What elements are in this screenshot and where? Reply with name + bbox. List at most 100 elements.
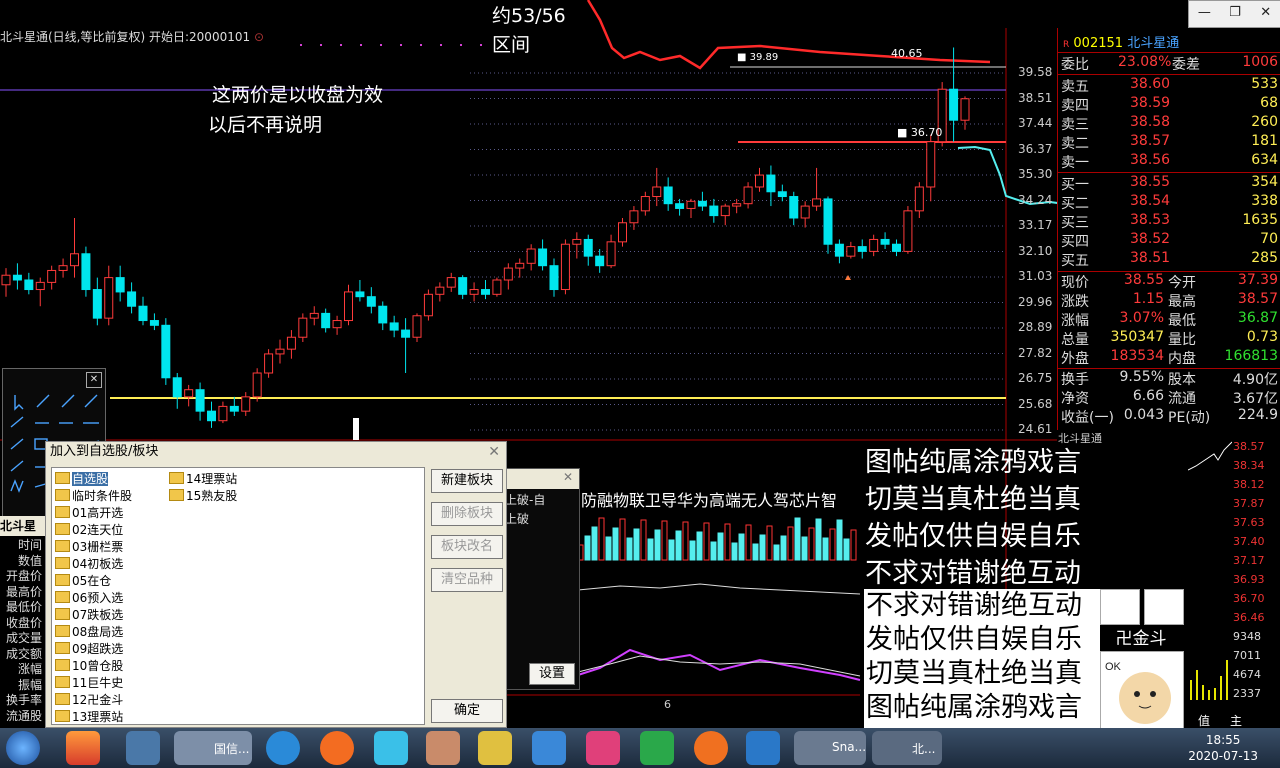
y-tick-label: 34.24 — [1018, 192, 1053, 207]
maps-icon[interactable] — [640, 731, 674, 765]
mini-y-label: 37.63 — [1233, 516, 1265, 529]
volume-bar — [850, 529, 857, 561]
price-label-low: ■ 36.70 — [897, 126, 943, 139]
level-label: 买四 — [1061, 234, 1089, 250]
rename-block-button[interactable]: 板块改名 — [431, 535, 503, 559]
buy-row[interactable]: 买四 38.52 70 — [1058, 231, 1280, 250]
close-icon[interactable]: ✕ — [488, 444, 500, 460]
level-volume: 634 — [1251, 152, 1278, 168]
settings-button[interactable]: 设置 — [529, 663, 575, 685]
sell-row[interactable]: 卖一 38.56 634 — [1058, 152, 1280, 171]
taskbar-app-beidou[interactable]: 北... — [872, 731, 942, 765]
level-label: 卖四 — [1061, 98, 1089, 114]
buy-row[interactable]: 买一 38.55 354 — [1058, 174, 1280, 193]
expand-icon[interactable]: ⊙ — [254, 30, 264, 44]
level-label: 买二 — [1061, 196, 1089, 212]
candle-body — [241, 396, 251, 412]
sell-row[interactable]: 卖三 38.58 260 — [1058, 114, 1280, 133]
close-icon[interactable]: ✕ — [86, 372, 102, 388]
folder-icon — [169, 489, 184, 501]
new-block-button[interactable]: 新建板块 — [431, 469, 503, 493]
stat-label: 最高 — [1168, 294, 1196, 310]
block-item[interactable]: 01高开选 — [55, 505, 123, 521]
app-icon[interactable] — [66, 731, 100, 765]
block-item-label: 02连天位 — [72, 523, 124, 537]
block-item[interactable]: 02连天位 — [55, 522, 123, 538]
candle-body — [903, 210, 913, 252]
candle-body — [606, 241, 616, 267]
photos-icon[interactable] — [374, 731, 408, 765]
candle-body — [298, 317, 308, 338]
pencils-icon[interactable] — [478, 731, 512, 765]
youku-icon[interactable] — [586, 731, 620, 765]
candle-body — [663, 186, 673, 205]
block-item[interactable]: 10曾仓股 — [55, 658, 123, 674]
block-item[interactable]: 14理票站 — [169, 471, 237, 487]
stat-label: PE(动) — [1168, 410, 1211, 426]
candle-body — [195, 389, 205, 412]
buy-row[interactable]: 买二 38.54 338 — [1058, 193, 1280, 212]
side-label: 收盘价 — [5, 615, 42, 630]
volume-bar — [626, 537, 633, 561]
block-item[interactable]: 08盘局选 — [55, 624, 123, 640]
volume-bar — [661, 520, 668, 561]
block-item[interactable]: 03栅栏票 — [55, 539, 123, 555]
sell-row[interactable]: 卖二 38.57 181 — [1058, 133, 1280, 152]
delete-block-button[interactable]: 删除板块 — [431, 502, 503, 526]
volume-bar — [710, 541, 717, 561]
side-label: 最低价 — [5, 600, 42, 614]
block-item[interactable]: 自选股 — [55, 471, 109, 487]
bird-icon[interactable] — [532, 731, 566, 765]
block-item[interactable]: 11巨牛史 — [55, 675, 123, 691]
folder-icon — [55, 710, 70, 722]
keyboard-app-icon[interactable] — [126, 731, 160, 765]
buy-row[interactable]: 买五 38.51 285 — [1058, 250, 1280, 269]
firefox-icon[interactable] — [694, 731, 728, 765]
buy-row[interactable]: 买三 38.53 1635 — [1058, 212, 1280, 231]
block-item[interactable]: 06预入选 — [55, 590, 123, 606]
taskbar-app-guosen[interactable]: 国信... — [174, 731, 252, 765]
block-item-label: 10曾仓股 — [72, 659, 124, 673]
block-item[interactable]: 15熟友股 — [169, 488, 237, 504]
block-item[interactable]: 12卍金斗 — [55, 692, 123, 708]
block-item-label: 13理票站 — [72, 710, 124, 724]
restore-icon[interactable]: ❐ — [1220, 1, 1251, 27]
candle-body — [309, 312, 319, 319]
block-item[interactable]: 临时条件股 — [55, 488, 132, 504]
stat-label: 最低 — [1168, 313, 1196, 329]
block-item-label: 临时条件股 — [72, 489, 133, 503]
sell-row[interactable]: 卖四 38.59 68 — [1058, 95, 1280, 114]
block-item[interactable]: 05在仓 — [55, 573, 111, 589]
browser-icon[interactable] — [320, 731, 354, 765]
folder-icon — [55, 472, 70, 484]
block-item[interactable]: 09超跌选 — [55, 641, 123, 657]
close-icon[interactable]: ✕ — [563, 470, 573, 484]
ok-button[interactable]: 确定 — [431, 699, 503, 723]
side-label: 数值 — [17, 553, 42, 568]
sell-row[interactable]: 卖五 38.60 533 — [1058, 76, 1280, 95]
minimize-icon[interactable]: — — [1189, 1, 1220, 27]
candle-body — [401, 329, 411, 338]
signal-dot — [300, 44, 302, 46]
start-button[interactable] — [6, 731, 40, 765]
system-clock[interactable]: 18:55 2020-07-13 — [1188, 732, 1258, 764]
taskbar-app-snagit[interactable]: Sna... — [794, 731, 866, 765]
stat-label: 换手 — [1061, 372, 1089, 388]
overlay-box-line: 不求对错谢绝互动 — [866, 590, 1082, 621]
archive-icon[interactable] — [426, 731, 460, 765]
tab-main[interactable]: 主 — [1230, 712, 1242, 729]
candle-body — [481, 289, 490, 295]
close-icon[interactable]: ✕ — [1250, 1, 1280, 27]
tab-value[interactable]: 值 — [1198, 712, 1210, 729]
stat-label: 总量 — [1061, 332, 1089, 348]
block-item[interactable]: 07跌板选 — [55, 607, 123, 623]
overlay-box-line: 切莫当真杜绝当真 — [866, 658, 1082, 689]
cat-sticker-icon: OK — [1100, 651, 1184, 739]
k-app-icon[interactable] — [266, 731, 300, 765]
candle-body — [435, 286, 445, 295]
block-item[interactable]: 04初板选 — [55, 556, 123, 572]
block-item[interactable]: 13理票站 — [55, 709, 123, 725]
contacts-icon[interactable] — [746, 731, 780, 765]
level-price: 38.58 — [1130, 114, 1171, 130]
clear-block-button[interactable]: 清空品种 — [431, 568, 503, 592]
